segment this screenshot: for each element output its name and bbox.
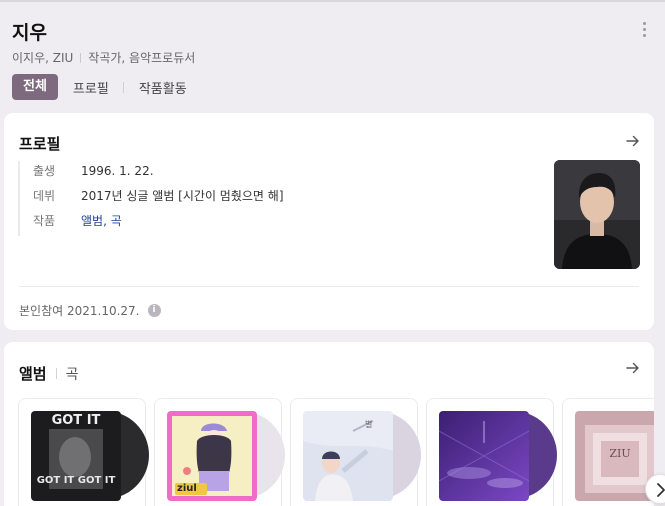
info-row-works: 작품 앨범, 곡 [33, 211, 284, 236]
album-cover: 별 [303, 411, 393, 501]
arrow-right-icon[interactable] [626, 134, 640, 148]
album-list: GOT IT GOT IT GOT IT ziul 별 ZIU [18, 398, 654, 506]
albums-tabs: 앨범 곡 [19, 363, 79, 384]
info-key: 데뷔 [33, 189, 56, 203]
self-verified-text: 본인참여 2021.10.27. [19, 304, 140, 318]
tab-divider [122, 81, 124, 93]
album-item[interactable]: 별 [290, 398, 421, 506]
tab-songs[interactable]: 곡 [66, 364, 79, 384]
page-title: 지우 [12, 22, 47, 44]
tab-works[interactable]: 작품활동 [139, 78, 187, 97]
profile-card: 프로필 출생 1996. 1. 22. 데뷔 2017년 싱글 앨범 [시간이 … [4, 113, 654, 330]
roles-text: 작곡가, 음악프로듀서 [88, 51, 196, 65]
next-albums-button[interactable] [645, 474, 665, 504]
arrow-right-icon[interactable] [626, 361, 640, 375]
chevron-right-icon [657, 483, 665, 497]
top-border [0, 0, 665, 2]
album-cover-title: ziul [177, 483, 197, 494]
tab-profile[interactable]: 프로필 [73, 78, 109, 97]
album-cover: ziul [167, 411, 257, 501]
album-cover-subtitle: GOT IT GOT IT [36, 475, 116, 486]
more-options-icon[interactable] [641, 22, 647, 40]
profile-photo[interactable] [554, 160, 640, 269]
profile-title: 프로필 [19, 135, 61, 153]
subtitle-divider [80, 53, 82, 63]
info-value: 2017년 싱글 앨범 [시간이 멈췄으면 해] [81, 189, 284, 203]
info-key: 출생 [33, 164, 56, 178]
album-cover: GOT IT GOT IT GOT IT [31, 411, 121, 501]
album-item[interactable]: ZIU [562, 398, 654, 506]
album-item[interactable]: ziul [154, 398, 285, 506]
album-cover-title: 별 [365, 420, 373, 429]
info-icon[interactable]: i [147, 304, 161, 317]
works-link[interactable]: 앨범, 곡 [81, 211, 122, 236]
info-row-debut: 데뷔 2017년 싱글 앨범 [시간이 멈췄으면 해] [33, 186, 284, 211]
info-row-birth: 출생 1996. 1. 22. [33, 161, 284, 186]
album-cover-title: GOT IT [51, 413, 101, 428]
album-cover-title: ZIU [609, 447, 631, 460]
info-key: 작품 [33, 214, 56, 228]
tab-albums[interactable]: 앨범 [19, 363, 47, 384]
album-cover [439, 411, 529, 501]
self-verified-row: 본인참여 2021.10.27. i [19, 302, 161, 319]
info-value: 1996. 1. 22. [81, 164, 154, 178]
subtitle: 이지우, ZIU 작곡가, 음악프로듀서 [12, 49, 195, 66]
tab-divider [55, 368, 57, 379]
album-item[interactable] [426, 398, 557, 506]
profile-info-list: 출생 1996. 1. 22. 데뷔 2017년 싱글 앨범 [시간이 멈췄으면… [18, 161, 284, 236]
albums-card: 앨범 곡 GOT IT GOT IT GOT IT ziul 별 ZIU [4, 342, 654, 506]
album-item[interactable]: GOT IT GOT IT GOT IT [18, 398, 149, 506]
album-cover: ZIU [575, 411, 654, 501]
tab-all[interactable]: 전체 [12, 74, 58, 100]
card-divider [19, 286, 639, 287]
aliases-text: 이지우, ZIU [12, 51, 74, 65]
tab-bar: 전체 프로필 작품활동 [12, 74, 187, 100]
